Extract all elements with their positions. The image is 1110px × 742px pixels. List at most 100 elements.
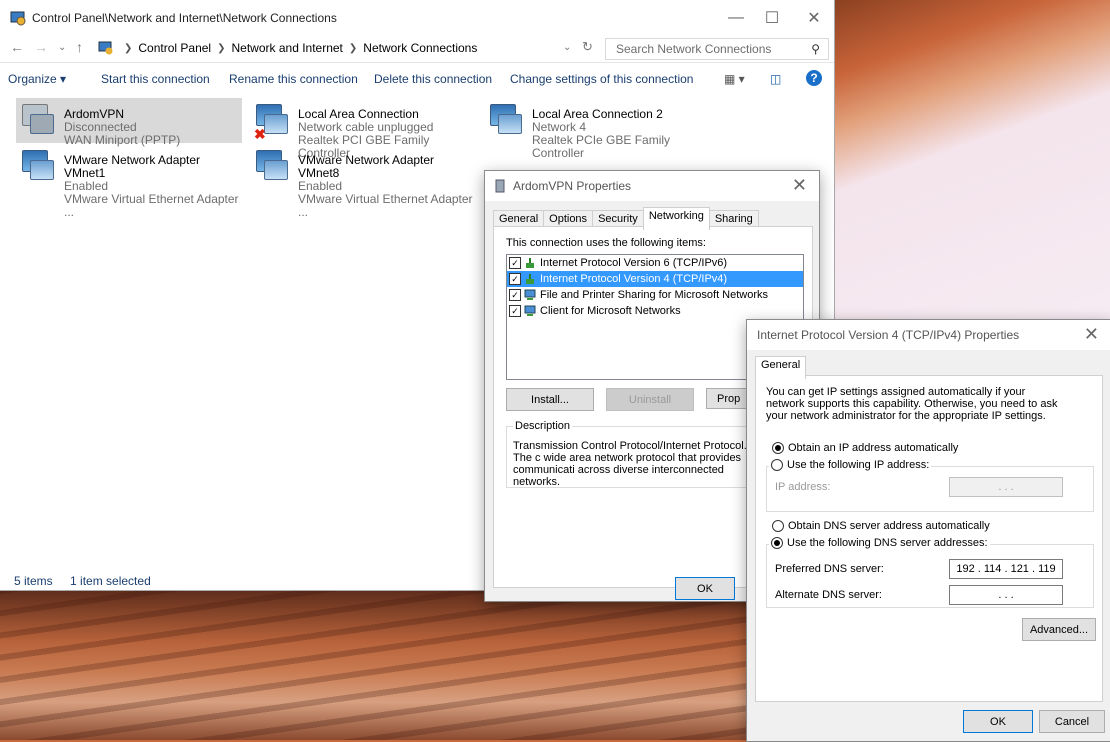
breadcrumb-network-connections[interactable]: Network Connections bbox=[363, 41, 477, 55]
ip-address-label: IP address: bbox=[775, 481, 831, 493]
connection-item-vmnet1[interactable]: VMware Network Adapter VMnet1 Enabled VM… bbox=[16, 144, 242, 219]
use-following-ip-option[interactable]: Use the following IP address: bbox=[769, 459, 932, 472]
start-connection-button[interactable]: Start this connection bbox=[101, 72, 210, 86]
item-label: Internet Protocol Version 4 (TCP/IPv4) bbox=[540, 273, 728, 285]
refresh-icon[interactable]: ↻ bbox=[582, 39, 593, 55]
address-bar[interactable]: ❯ Control Panel ❯ Network and Internet ❯… bbox=[98, 38, 578, 58]
item-label: File and Printer Sharing for Microsoft N… bbox=[540, 289, 769, 301]
use-following-dns-label: Use the following DNS server addresses: bbox=[787, 537, 988, 549]
use-following-ip-radio[interactable] bbox=[771, 459, 783, 472]
protocol-icon bbox=[526, 274, 534, 284]
list-item-ipv4[interactable]: ✓ Internet Protocol Version 4 (TCP/IPv4) bbox=[507, 271, 803, 287]
tab-general[interactable]: General bbox=[755, 356, 807, 379]
address-row: ← → ⌄ ↑ ❯ Control Panel ❯ Network and In… bbox=[0, 36, 834, 62]
list-item-file-printer-sharing[interactable]: ✓ File and Printer Sharing for Microsoft… bbox=[507, 287, 803, 303]
list-item-ipv6[interactable]: ✓ Internet Protocol Version 6 (TCP/IPv6) bbox=[507, 255, 803, 271]
breadcrumb-control-panel[interactable]: Control Panel bbox=[138, 41, 211, 55]
intro-text: You can get IP settings assigned automat… bbox=[766, 386, 1058, 422]
connection-item-vmnet8[interactable]: VMware Network Adapter VMnet8 Enabled VM… bbox=[250, 144, 476, 219]
file-printer-sharing-checkbox[interactable]: ✓ bbox=[509, 289, 521, 301]
network-connection-icon bbox=[484, 98, 532, 143]
help-icon[interactable]: ? bbox=[806, 70, 822, 86]
connection-name: VMware Network Adapter VMnet8 bbox=[298, 153, 435, 180]
breadcrumb-separator-icon: ❯ bbox=[124, 42, 133, 54]
general-panel: You can get IP settings assigned automat… bbox=[755, 375, 1103, 702]
preferred-dns-field[interactable]: 192 . 114 . 121 . 119 bbox=[949, 559, 1063, 579]
address-dropdown-icon[interactable]: ⌄ bbox=[563, 42, 571, 53]
change-settings-button[interactable]: Change settings of this connection bbox=[510, 72, 693, 86]
connection-adapter: VMware Virtual Ethernet Adapter ... bbox=[298, 192, 473, 219]
ok-button[interactable]: OK bbox=[675, 577, 735, 600]
connection-adapter: Realtek PCIe GBE Family Controller bbox=[532, 133, 671, 160]
maximize-icon[interactable]: ☐ bbox=[752, 4, 792, 32]
delete-connection-button[interactable]: Delete this connection bbox=[374, 72, 492, 86]
control-panel-icon bbox=[98, 41, 113, 55]
obtain-ip-auto-radio[interactable] bbox=[772, 442, 784, 455]
dialog-title-bar: ArdomVPN Properties ✕ bbox=[485, 171, 819, 201]
connection-item-local-area-connection-2[interactable]: Local Area Connection 2 Network 4 Realte… bbox=[484, 98, 724, 160]
alternate-dns-label: Alternate DNS server: bbox=[775, 589, 882, 601]
breadcrumb-network-and-internet[interactable]: Network and Internet bbox=[232, 41, 343, 55]
organize-button[interactable]: Organize ▾ bbox=[8, 72, 66, 86]
view-options-icon[interactable]: ▦ ▾ bbox=[724, 72, 745, 86]
unplugged-x-icon: ✖ bbox=[254, 126, 266, 142]
description-label: Description bbox=[513, 420, 573, 432]
ipv6-checkbox[interactable]: ✓ bbox=[509, 257, 521, 269]
client-networks-checkbox[interactable]: ✓ bbox=[509, 305, 521, 317]
item-label: Client for Microsoft Networks bbox=[540, 305, 681, 317]
cancel-button[interactable]: Cancel bbox=[1039, 710, 1105, 733]
obtain-dns-auto-radio[interactable] bbox=[772, 520, 784, 533]
ok-button[interactable]: OK bbox=[963, 710, 1033, 733]
use-following-dns-option[interactable]: Use the following DNS server addresses: bbox=[769, 537, 990, 550]
forward-arrow-icon[interactable]: → bbox=[34, 39, 48, 55]
use-following-ip-label: Use the following IP address: bbox=[787, 459, 930, 471]
desktop-wallpaper-bottom bbox=[0, 588, 760, 740]
tab-networking[interactable]: Networking bbox=[642, 207, 710, 230]
desktop-wallpaper-top bbox=[830, 0, 1110, 330]
network-connection-icon: ✖ bbox=[250, 98, 298, 143]
preferred-dns-label: Preferred DNS server: bbox=[775, 563, 884, 575]
obtain-ip-auto-option[interactable]: Obtain an IP address automatically bbox=[772, 442, 958, 455]
install-button[interactable]: Install... bbox=[506, 388, 594, 411]
minimize-icon[interactable]: — bbox=[716, 4, 756, 32]
item-label: Internet Protocol Version 6 (TCP/IPv6) bbox=[540, 257, 728, 269]
dialog-title-bar: Internet Protocol Version 4 (TCP/IPv4) P… bbox=[747, 320, 1110, 350]
dialog-title: Internet Protocol Version 4 (TCP/IPv4) P… bbox=[757, 328, 1020, 342]
close-icon[interactable]: ✕ bbox=[1084, 324, 1099, 345]
search-placeholder: Search Network Connections bbox=[616, 42, 772, 56]
connection-name: VMware Network Adapter VMnet1 bbox=[64, 153, 201, 180]
connection-item-local-area-connection[interactable]: ✖ Local Area Connection Network cable un… bbox=[250, 98, 476, 160]
search-input[interactable]: Search Network Connections ⚲ bbox=[605, 38, 829, 60]
obtain-dns-auto-option[interactable]: Obtain DNS server address automatically bbox=[772, 520, 990, 533]
close-icon[interactable]: ✕ bbox=[792, 175, 807, 196]
static-ip-group: Use the following IP address: IP address… bbox=[766, 459, 1094, 512]
dialog-title: ArdomVPN Properties bbox=[513, 179, 632, 193]
ip-address-field[interactable]: . . . bbox=[949, 477, 1063, 497]
close-icon[interactable]: ✕ bbox=[794, 4, 834, 32]
back-arrow-icon[interactable]: ← bbox=[10, 39, 24, 55]
alternate-dns-field[interactable]: . . . bbox=[949, 585, 1063, 605]
item-count: 5 items bbox=[14, 574, 53, 588]
ipv4-checkbox[interactable]: ✓ bbox=[509, 273, 521, 285]
recent-chevron-down-icon[interactable]: ⌄ bbox=[58, 42, 66, 53]
up-arrow-icon[interactable]: ↑ bbox=[76, 39, 83, 55]
uninstall-button[interactable]: Uninstall bbox=[606, 388, 694, 411]
window-title: Control Panel\Network and Internet\Netwo… bbox=[32, 11, 337, 25]
rename-connection-button[interactable]: Rename this connection bbox=[229, 72, 358, 86]
ipv4-properties-dialog: Internet Protocol Version 4 (TCP/IPv4) P… bbox=[746, 319, 1110, 742]
advanced-button[interactable]: Advanced... bbox=[1022, 618, 1096, 641]
control-panel-icon bbox=[10, 11, 26, 26]
use-following-dns-radio[interactable] bbox=[771, 537, 783, 550]
connection-item-ardomvpn[interactable]: ArdomVPN Disconnected WAN Miniport (PPTP… bbox=[16, 98, 242, 147]
preview-pane-icon[interactable]: ◫ bbox=[770, 72, 781, 86]
list-item-client-networks[interactable]: ✓ Client for Microsoft Networks bbox=[507, 303, 803, 319]
vpn-connection-icon bbox=[495, 179, 505, 193]
tab-strip: General Options Security Networking Shar… bbox=[493, 207, 759, 230]
description-text: Transmission Control Protocol/Internet P… bbox=[513, 440, 747, 488]
vpn-connection-icon bbox=[16, 98, 64, 143]
connection-adapter: VMware Virtual Ethernet Adapter ... bbox=[64, 192, 239, 219]
static-dns-group: Use the following DNS server addresses: … bbox=[766, 537, 1094, 608]
protocol-icon bbox=[526, 258, 534, 268]
title-bar: Control Panel\Network and Internet\Netwo… bbox=[0, 0, 834, 36]
search-icon[interactable]: ⚲ bbox=[811, 42, 828, 56]
